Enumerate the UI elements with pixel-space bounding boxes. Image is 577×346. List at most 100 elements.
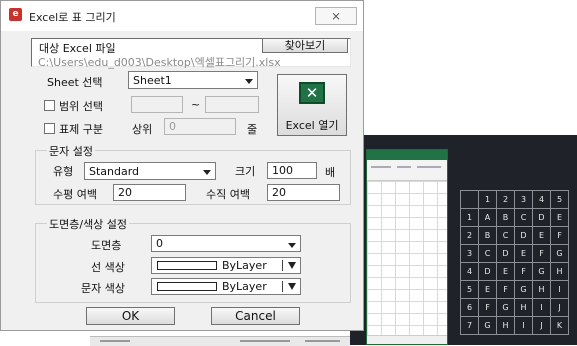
cad-table-cell: E (514, 244, 533, 263)
cancel-button[interactable]: Cancel (211, 307, 300, 325)
hmargin-label: 수평 여백 (53, 188, 97, 201)
cad-table-cell: E (496, 262, 515, 281)
range-label: 범위 선택 (59, 100, 103, 113)
cad-table-cell: 2 (496, 190, 515, 209)
divider (282, 260, 283, 271)
range-start-input[interactable] (131, 96, 183, 113)
cad-table-cell: H (514, 298, 533, 317)
cad-table-cell: 4 (460, 262, 479, 281)
text-color-select[interactable]: ByLayer (151, 278, 301, 295)
cad-table-cell: H (550, 262, 569, 281)
header-split-checkbox[interactable] (44, 123, 55, 134)
cad-table-cell: H (532, 280, 551, 299)
cad-drawn-table: 123451ABCDE2BCDEF3CDEFG4DEFGH5EFGHI6FGHI… (460, 190, 569, 335)
cad-table-row: 2BCDEF (460, 226, 569, 245)
range-checkbox[interactable] (44, 100, 55, 111)
header-unit: 줄 (247, 123, 258, 136)
sheet-select-value: Sheet1 (133, 74, 172, 87)
sheet-select[interactable]: Sheet1 (128, 71, 258, 89)
dialog-title-bar: e Excel로 표 그리기 ⨯ (1, 1, 363, 31)
cad-table-cell: F (514, 262, 533, 281)
chevron-down-icon (203, 170, 211, 175)
layer-settings-title: 도면층/색상 설정 (47, 216, 130, 232)
header-top-label: 상위 (132, 123, 153, 136)
cad-table-cell: I (514, 316, 533, 335)
cad-table-cell: D (478, 262, 497, 281)
file-path: C:\Users\edu_d003\Desktop\엑셀표그리기.xlsx (38, 56, 281, 69)
app-icon: e (9, 8, 22, 21)
cad-table-cell: 5 (460, 280, 479, 299)
cad-table-cell: G (532, 262, 551, 281)
layer-select[interactable]: 0 (151, 235, 301, 252)
excel-preview-window (366, 149, 448, 345)
hmargin-input[interactable]: 20 (113, 184, 186, 201)
type-label: 유형 (53, 165, 74, 178)
ok-button[interactable]: OK (86, 307, 175, 325)
cad-table-row: 3CDEFG (460, 244, 569, 263)
open-excel-label: Excel 열기 (285, 119, 339, 132)
cad-table-cell: A (478, 208, 497, 227)
type-select[interactable]: Standard (84, 162, 216, 180)
layer-label: 도면층 (91, 239, 122, 252)
cad-table-row: 12345 (460, 190, 569, 209)
cad-table-cell: J (532, 316, 551, 335)
size-input[interactable]: 100 (267, 162, 317, 179)
cad-table-cell: 1 (478, 190, 497, 209)
cad-table-cell: H (496, 316, 515, 335)
line-color-select[interactable]: ByLayer (151, 257, 301, 274)
excel-icon: ✕ (299, 82, 325, 104)
cad-table-cell: 1 (460, 208, 479, 227)
close-button[interactable]: ⨯ (315, 7, 357, 25)
range-separator: ~ (191, 98, 201, 111)
cad-table-cell: D (496, 244, 515, 263)
header-top-input[interactable]: 0 (164, 118, 236, 135)
range-end-input[interactable] (205, 96, 259, 113)
cad-table-row: 1ABCDE (460, 208, 569, 227)
cad-table-cell: 5 (550, 190, 569, 209)
text-color-label: 문자 색상 (81, 282, 125, 295)
cad-table-cell: I (532, 298, 551, 317)
cad-table-cell: B (496, 208, 515, 227)
chevron-down-icon (288, 243, 296, 248)
cad-table-cell: J (550, 298, 569, 317)
dialog-title: Excel로 표 그리기 (29, 11, 116, 24)
cad-table-cell: 3 (514, 190, 533, 209)
cad-table-cell: F (496, 280, 515, 299)
cad-table-cell: G (496, 298, 515, 317)
cad-table-cell: F (550, 226, 569, 245)
cad-table-row: 7GHIJK (460, 316, 569, 335)
line-color-value: ByLayer (222, 259, 267, 272)
cad-table-cell: 6 (460, 298, 479, 317)
cad-table-cell: C (478, 244, 497, 263)
cad-table-cell: G (514, 280, 533, 299)
triangle-down-icon (288, 262, 296, 269)
cad-table-cell: G (478, 316, 497, 335)
vmargin-input[interactable]: 20 (267, 184, 340, 201)
chevron-down-icon (245, 79, 253, 84)
layer-select-value: 0 (156, 237, 163, 250)
cad-table-cell: 2 (460, 226, 479, 245)
cad-table-cell: C (496, 226, 515, 245)
excel-title-bar (367, 150, 447, 160)
cad-table-cell: E (532, 226, 551, 245)
excel-grid (367, 181, 447, 336)
type-select-value: Standard (89, 165, 140, 178)
cad-table-cell (460, 190, 479, 209)
cad-table-cell: I (550, 280, 569, 299)
cad-table-cell: E (478, 280, 497, 299)
open-excel-button[interactable]: ✕ Excel 열기 (277, 74, 347, 136)
line-color-label: 선 색상 (91, 261, 125, 274)
divider (282, 281, 283, 292)
size-label: 크기 (235, 165, 256, 178)
line-color-swatch (157, 261, 217, 270)
cad-table-cell: D (514, 226, 533, 245)
text-settings-title: 문자 설정 (47, 143, 95, 159)
cad-table-cell: K (550, 316, 569, 335)
triangle-down-icon (288, 283, 296, 290)
header-split-label: 표제 구분 (59, 123, 103, 136)
cad-table-cell: E (550, 208, 569, 227)
cad-table-row: 4DEFGH (460, 262, 569, 281)
browse-button[interactable]: 찾아보기 (262, 38, 348, 53)
text-color-value: ByLayer (222, 280, 267, 293)
cad-table-cell: 4 (532, 190, 551, 209)
